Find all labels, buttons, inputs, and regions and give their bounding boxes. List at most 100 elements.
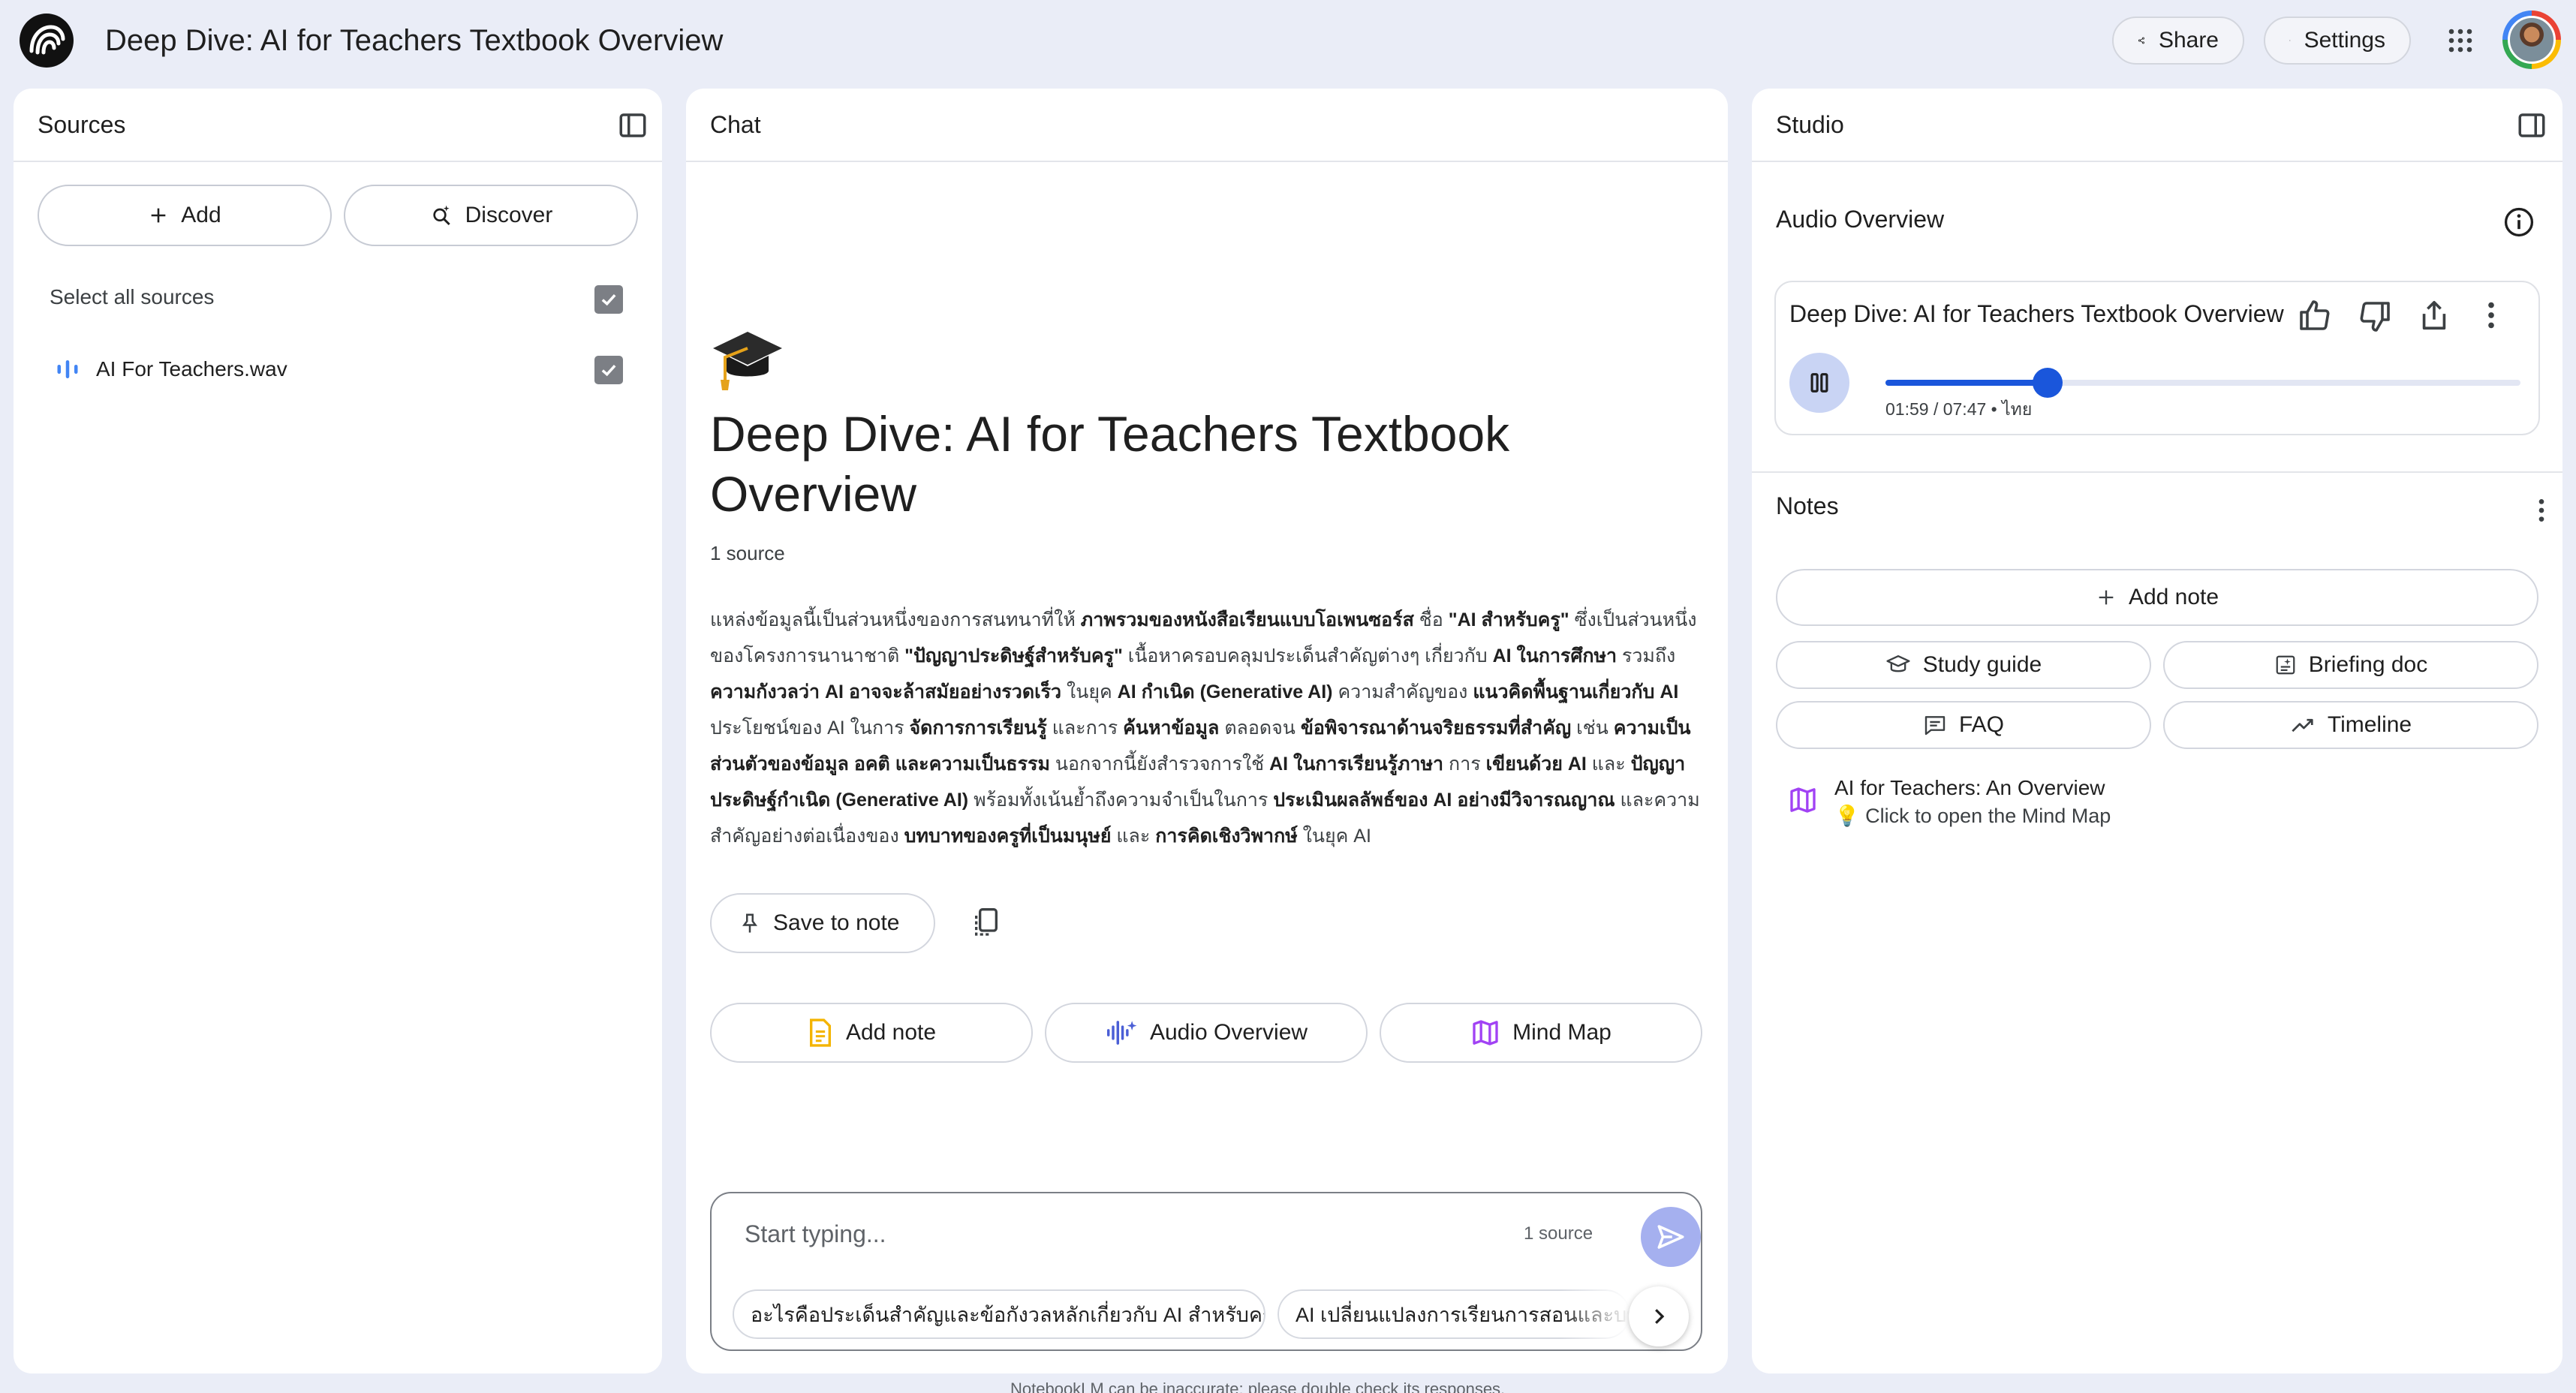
summary-bold-text: จัดการการเรียนรู้: [909, 718, 1047, 739]
summary-text: นอกจากนี้ยังสำรวจการใช้: [1049, 754, 1270, 775]
suggested-question-chip[interactable]: AI เปลี่ยนแปลงการเรียนการสอนและบทบาทของค…: [1277, 1289, 1630, 1339]
thumbs-down-icon[interactable]: [2357, 299, 2393, 335]
chat-heading: Deep Dive: AI for Teachers Textbook Over…: [710, 406, 1510, 522]
composer-source-count: 1 source: [1524, 1223, 1593, 1244]
save-to-note-label: Save to note: [773, 910, 900, 935]
apps-grid-button[interactable]: [2438, 18, 2483, 63]
checkmark-icon: [601, 293, 616, 306]
plus-icon: [2099, 590, 2114, 605]
studio-panel: Studio Audio Overview Deep Dive: AI for …: [1752, 89, 2562, 1373]
chat-panel: Chat Deep Dive: AI for Teachers Textbook…: [686, 89, 1728, 1373]
audio-progress-handle[interactable]: [2032, 368, 2063, 398]
summary-text: ประโยชน์ของ AI ในการ: [710, 718, 910, 739]
chat-summary: แหล่งข้อมูลนี้เป็นส่วนหนึ่งของการสนทนาที…: [710, 602, 1708, 854]
audio-time: 01:59 / 07:47 • ไทย: [1885, 399, 2033, 419]
apps-grid-icon: [2448, 29, 2472, 53]
select-all-label: Select all sources: [50, 285, 215, 308]
graduation-cap-outline-icon: [1886, 655, 1910, 672]
summary-text: ชื่อ: [1413, 609, 1449, 630]
summary-text: ความสำคัญของ: [1332, 681, 1473, 703]
more-vert-icon[interactable]: [2526, 494, 2556, 527]
add-note-action-label: Add note: [845, 1020, 937, 1045]
summary-text: เช่น: [1571, 718, 1614, 739]
mind-map-note-subtitle: 💡 Click to open the Mind Map: [1834, 805, 2111, 827]
select-all-checkbox[interactable]: [594, 285, 623, 314]
share-upload-icon[interactable]: [2417, 297, 2451, 333]
settings-button[interactable]: Settings: [2264, 17, 2411, 65]
gear-icon: [2289, 40, 2291, 41]
summary-bold-text: AI ในการเรียนรู้ภาษา: [1269, 754, 1444, 775]
summary-bold-text: ประเมินผลลัพธ์ของ AI อย่างมีวิจารณญาณ: [1273, 790, 1615, 811]
mind-map-note-item[interactable]: AI for Teachers: An Overview 💡 Click to …: [1788, 775, 2111, 830]
summary-text: เนื้อหาครอบคลุมประเด็นสำคัญต่างๆ เกี่ยวก…: [1122, 645, 1493, 666]
summary-bold-text: ค้นหาข้อมูล: [1123, 718, 1220, 739]
thumbs-up-icon[interactable]: [2297, 297, 2333, 333]
plus-icon: [151, 208, 166, 223]
collapse-panel-icon[interactable]: [617, 110, 649, 141]
next-suggestions-button[interactable]: [1629, 1286, 1689, 1346]
add-source-label: Add: [181, 203, 221, 227]
audio-progress-track[interactable]: [1885, 368, 2520, 398]
audio-title: Deep Dive: AI for Teachers Textbook Over…: [1789, 300, 2284, 327]
collapse-panel-icon[interactable]: [2516, 110, 2547, 141]
avatar-photo: [2508, 16, 2556, 64]
chat-title: Chat: [710, 111, 761, 138]
map-icon: [1790, 787, 1816, 813]
audio-overview-action-button[interactable]: Audio Overview: [1045, 1003, 1368, 1063]
summary-text: พร้อมทั้งเน้นย้ำถึงความจำเป็นในการ: [968, 790, 1274, 811]
share-button[interactable]: Share: [2112, 17, 2244, 65]
map-icon: [1473, 1020, 1498, 1046]
faq-button[interactable]: FAQ: [1776, 701, 2151, 749]
source-item-checkbox[interactable]: [594, 356, 623, 384]
add-note-label: Add note: [2128, 585, 2219, 609]
send-button[interactable]: [1641, 1207, 1701, 1267]
sources-header: Sources: [14, 89, 662, 162]
summary-text: การ: [1443, 754, 1486, 775]
summary-text: ในยุค AI: [1297, 826, 1371, 847]
notebooklm-logo[interactable]: [20, 14, 74, 68]
summary-text: รวมถึง: [1616, 645, 1676, 666]
summary-text: และ: [1111, 826, 1156, 847]
source-item-name[interactable]: AI For Teachers.wav: [96, 357, 287, 381]
study-guide-button[interactable]: Study guide: [1776, 641, 2151, 689]
briefing-doc-button[interactable]: Briefing doc: [2163, 641, 2538, 689]
notebooklm-logo-icon: [29, 25, 65, 55]
audio-progress-fill: [1885, 380, 2048, 386]
more-vert-icon[interactable]: [2474, 297, 2508, 333]
summary-bold-text: "AI สำหรับครู": [1448, 609, 1569, 630]
audio-overview-heading: Audio Overview: [1776, 206, 1945, 233]
audio-file-icon: [54, 356, 81, 383]
discover-label: Discover: [465, 203, 553, 227]
disclaimer-text: NotebookLM can be inaccurate; please dou…: [1010, 1379, 1506, 1393]
notebook-title[interactable]: Deep Dive: AI for Teachers Textbook Over…: [105, 21, 723, 60]
sources-panel: Sources Add Discover Select all sources …: [14, 89, 662, 1373]
summary-bold-text: ภาพรวมของหนังสือเรียนแบบโอเพนซอร์ส: [1080, 609, 1414, 630]
faq-label: FAQ: [1958, 712, 2004, 737]
sources-title: Sources: [38, 111, 126, 138]
add-source-button[interactable]: Add: [38, 185, 332, 246]
summary-bold-text: การคิดเชิงวิพากษ์: [1155, 826, 1298, 847]
summary-bold-text: บทบาทของครูที่เป็นมนุษย์: [904, 826, 1112, 847]
summary-text: และการ: [1046, 718, 1124, 739]
timeline-button[interactable]: Timeline: [2163, 701, 2538, 749]
add-note-button[interactable]: Add note: [1776, 569, 2538, 626]
chat-composer: 1 source อะไรคือประเด็นสำคัญและข้อกังวลห…: [710, 1192, 1702, 1351]
save-to-note-button[interactable]: Save to note: [710, 893, 935, 953]
discover-sources-button[interactable]: Discover: [344, 185, 638, 246]
add-note-action-button[interactable]: Add note: [710, 1003, 1033, 1063]
mind-map-note-title: AI for Teachers: An Overview: [1834, 776, 2105, 799]
summary-text: ตลอดจน: [1219, 718, 1301, 739]
chat-input[interactable]: [745, 1213, 1420, 1255]
graduation-cap-icon: [710, 321, 785, 396]
pause-icon: [1810, 373, 1828, 393]
summary-bold-text: ความกังวลว่า AI อาจจะล้าสมัยอย่างรวดเร็ว: [710, 681, 1062, 703]
timeline-trend-icon: [2292, 718, 2313, 733]
pause-button[interactable]: [1789, 353, 1849, 413]
account-avatar[interactable]: [2502, 11, 2561, 69]
send-icon: [1657, 1225, 1684, 1249]
studio-header: Studio: [1752, 89, 2562, 162]
info-icon[interactable]: [2502, 206, 2535, 239]
mind-map-action-button[interactable]: Mind Map: [1380, 1003, 1702, 1063]
suggested-question-chip[interactable]: อะไรคือประเด็นสำคัญและข้อกังวลหลักเกี่ยว…: [733, 1289, 1265, 1339]
copy-icon[interactable]: [971, 907, 1001, 940]
